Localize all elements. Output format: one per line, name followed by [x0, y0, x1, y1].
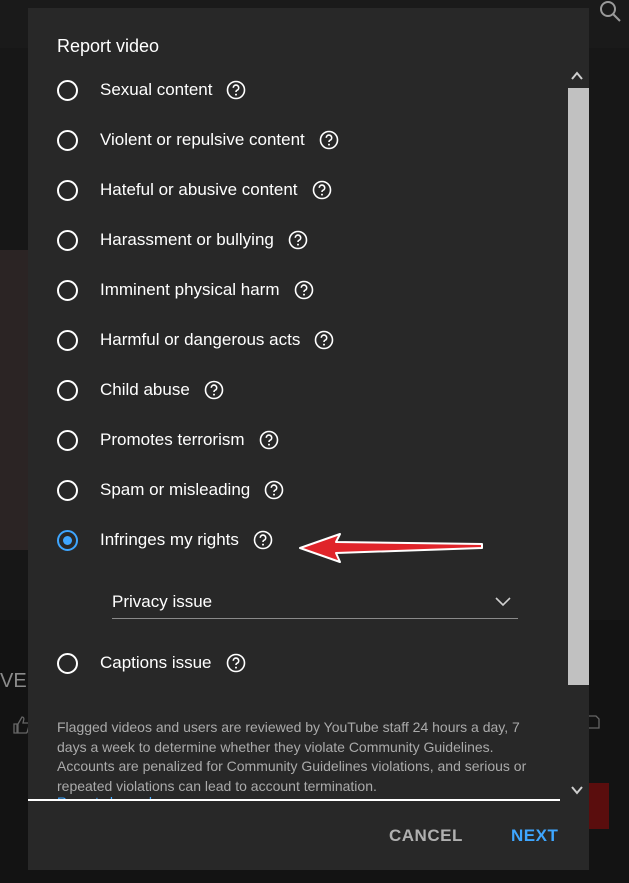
radio-imminent-harm[interactable]: [57, 279, 78, 301]
next-button[interactable]: NEXT: [511, 826, 558, 846]
help-icon[interactable]: [226, 653, 246, 673]
option-label: Harassment or bullying: [100, 230, 274, 249]
review-description: Flagged videos and users are reviewed by…: [57, 719, 527, 794]
help-icon[interactable]: [204, 380, 224, 400]
option-captions-issue[interactable]: Captions issue: [57, 649, 246, 677]
report-video-dialog: Report video Sexual content Violent or r…: [28, 8, 589, 870]
cancel-button[interactable]: CANCEL: [389, 826, 463, 846]
radio-spam[interactable]: [57, 479, 78, 501]
option-violent-content[interactable]: Violent or repulsive content: [57, 126, 339, 154]
help-icon[interactable]: [259, 430, 279, 450]
annotation-arrow: [299, 533, 483, 563]
radio-dangerous-acts[interactable]: [57, 329, 78, 351]
help-icon[interactable]: [312, 180, 332, 200]
scrollbar-thumb[interactable]: [568, 88, 589, 685]
option-label: Hateful or abusive content: [100, 180, 298, 199]
help-icon[interactable]: [314, 330, 334, 350]
scroll-up-icon[interactable]: [569, 68, 585, 84]
subreason-dropdown[interactable]: Privacy issue: [112, 586, 518, 619]
scroll-down-icon[interactable]: [569, 782, 585, 798]
option-label: Child abuse: [100, 380, 190, 399]
radio-terrorism[interactable]: [57, 429, 78, 451]
option-spam[interactable]: Spam or misleading: [57, 476, 284, 504]
help-icon[interactable]: [253, 530, 273, 550]
option-label: Promotes terrorism: [100, 430, 245, 449]
option-terrorism[interactable]: Promotes terrorism: [57, 426, 279, 454]
option-label: Imminent physical harm: [100, 280, 280, 299]
help-icon[interactable]: [226, 80, 246, 100]
radio-harassment[interactable]: [57, 229, 78, 251]
radio-violent-content[interactable]: [57, 129, 78, 151]
option-sexual-content[interactable]: Sexual content: [57, 76, 246, 104]
radio-child-abuse[interactable]: [57, 379, 78, 401]
option-hateful-content[interactable]: Hateful or abusive content: [57, 176, 332, 204]
dialog-title: Report video: [57, 36, 160, 56]
radio-hateful-content[interactable]: [57, 179, 78, 201]
search-icon: [599, 0, 621, 22]
option-label: Harmful or dangerous acts: [100, 330, 301, 349]
option-infringes-rights[interactable]: Infringes my rights: [57, 526, 273, 554]
option-label: Infringes my rights: [100, 530, 239, 549]
footer-divider: [28, 799, 560, 801]
background-subscribe-button: [587, 783, 609, 829]
radio-sexual-content[interactable]: [57, 79, 78, 101]
option-label: Captions issue: [100, 653, 212, 672]
background-partial-text: VE: [0, 670, 27, 692]
option-harassment[interactable]: Harassment or bullying: [57, 226, 308, 254]
help-icon[interactable]: [264, 480, 284, 500]
help-icon[interactable]: [288, 230, 308, 250]
option-child-abuse[interactable]: Child abuse: [57, 376, 224, 404]
help-icon[interactable]: [294, 280, 314, 300]
option-imminent-harm[interactable]: Imminent physical harm: [57, 276, 314, 304]
option-label: Sexual content: [100, 80, 213, 99]
option-label: Violent or repulsive content: [100, 130, 305, 149]
dropdown-selected-value: Privacy issue: [112, 592, 213, 611]
chevron-down-icon: [494, 594, 512, 608]
option-label: Spam or misleading: [100, 480, 251, 499]
help-icon[interactable]: [319, 130, 339, 150]
option-dangerous-acts[interactable]: Harmful or dangerous acts: [57, 326, 334, 354]
radio-infringes-rights[interactable]: [57, 529, 78, 551]
radio-captions-issue[interactable]: [57, 652, 78, 674]
